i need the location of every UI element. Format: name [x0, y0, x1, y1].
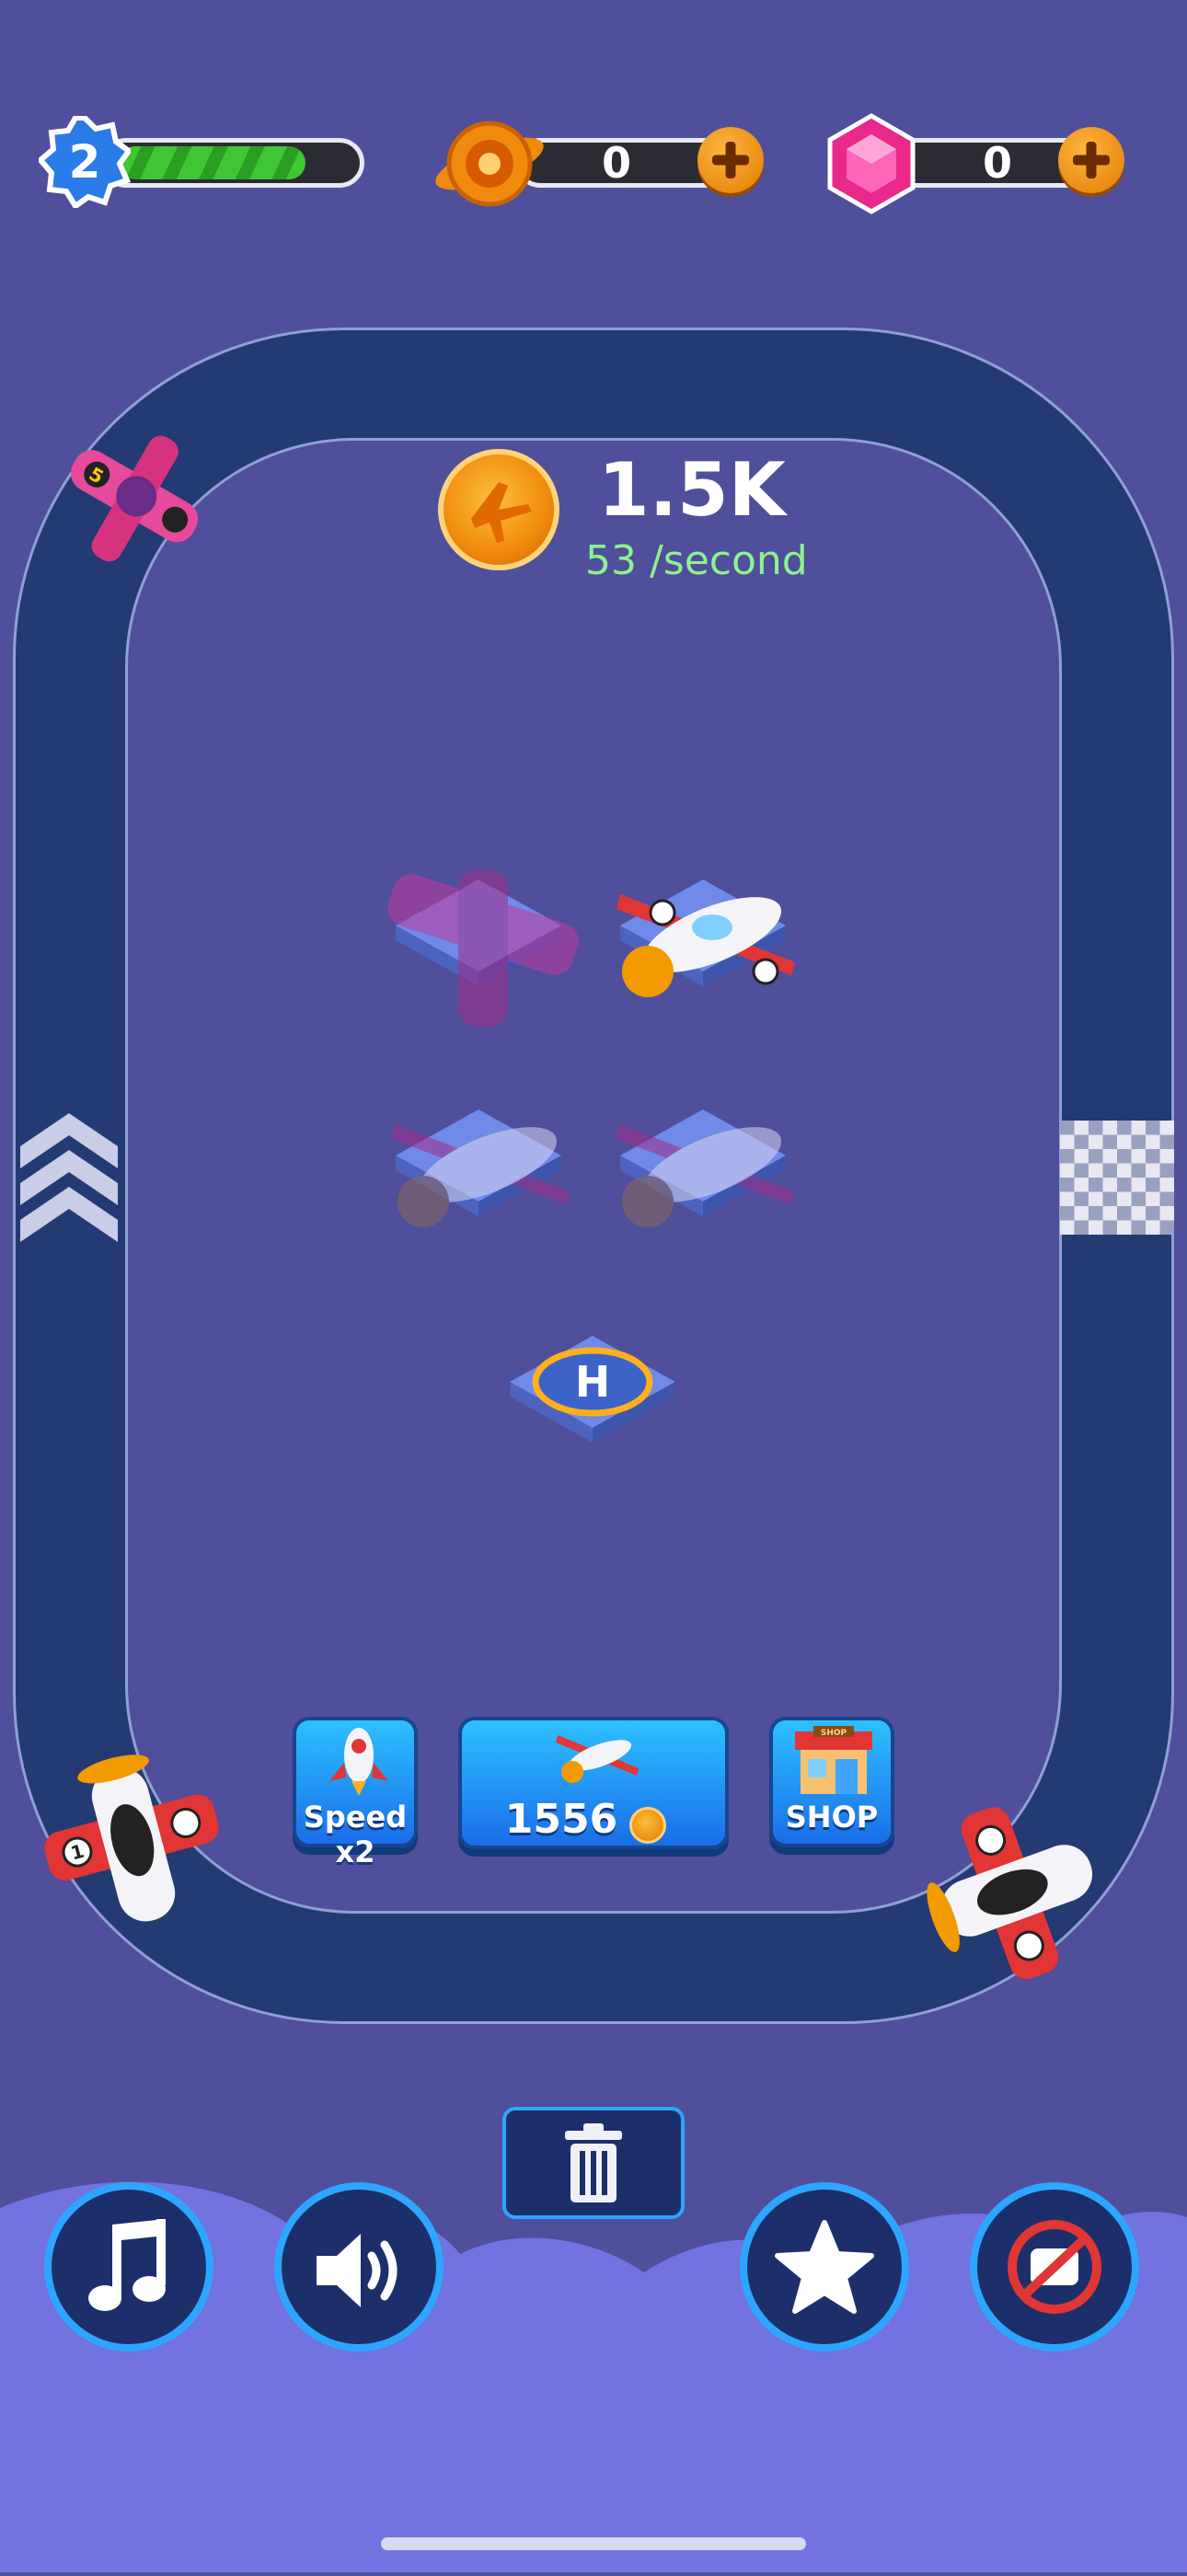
finish-line-flag-icon [1060, 1121, 1174, 1235]
red-plane-level-1[interactable] [611, 861, 813, 1049]
level-number: 2 [68, 135, 101, 189]
no-ads-icon [1008, 2220, 1101, 2314]
shop-button[interactable]: SHOP SHOP [769, 1717, 894, 1847]
merge-slot-3[interactable] [386, 1091, 570, 1275]
trash-icon [565, 2123, 622, 2202]
remove-ads-button[interactable] [970, 2182, 1139, 2352]
pink-plane-ghost [386, 861, 589, 1049]
star-icon [775, 2220, 874, 2314]
level-badge: 2 [36, 115, 133, 211]
music-note-icon [88, 2219, 166, 2311]
plane-icon [556, 1735, 639, 1783]
gem-icon [824, 112, 918, 215]
shop-label: SHOP [785, 1800, 879, 1834]
speaker-icon [317, 2234, 398, 2307]
add-gems-button[interactable] [1058, 127, 1124, 193]
rate-button[interactable] [740, 2182, 909, 2352]
speed-boost-button[interactable]: Speed x2 [293, 1717, 418, 1869]
propeller-icon [425, 112, 545, 215]
merge-slot-5-empty-helipad[interactable]: H [501, 1317, 685, 1501]
gem-count: 0 [982, 138, 1012, 188]
sound-toggle-button[interactable] [274, 2182, 444, 2352]
helipad-letter: H [575, 1357, 611, 1407]
buy-price-coin-icon [629, 1807, 666, 1844]
music-toggle-button[interactable] [44, 2182, 213, 2352]
shop-icon: SHOP [795, 1726, 872, 1794]
home-indicator [381, 2537, 806, 2550]
coin-icon [438, 449, 559, 570]
level-progress-fill [119, 146, 305, 179]
buy-plane-button[interactable]: 1556 [458, 1717, 729, 1849]
rocket-icon [329, 1728, 388, 1796]
level-progress-bar [101, 138, 364, 188]
add-propellers-button[interactable] [697, 127, 764, 193]
income-rate: 53 /second [585, 537, 808, 584]
merge-slot-4[interactable] [611, 1091, 795, 1275]
merge-slot-1[interactable] [386, 861, 579, 1045]
merge-slot-2[interactable] [611, 861, 795, 1045]
delete-plane-button[interactable] [502, 2107, 685, 2219]
speed-boost-label: Speed x2 [303, 1800, 408, 1869]
income-total: 1.5K [598, 447, 786, 533]
red-plane-ghost [611, 1091, 813, 1279]
propeller-count: 0 [601, 138, 631, 188]
red-plane-ghost [386, 1091, 589, 1279]
boost-chevrons-icon [20, 1110, 118, 1244]
track-inner-field [125, 438, 1062, 1914]
shop-sign-text: SHOP [821, 1729, 847, 1738]
